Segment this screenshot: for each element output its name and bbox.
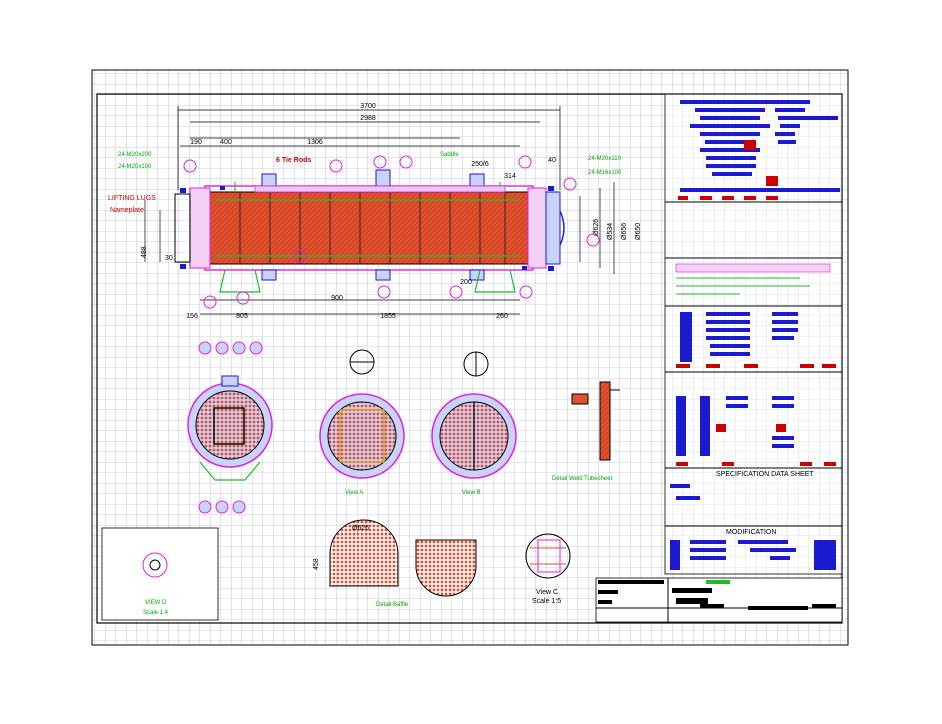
dim-534: Ø534 — [607, 223, 614, 240]
view-d-label: VIEW D — [145, 600, 167, 606]
dim-656: Ø656 — [621, 223, 628, 240]
dim-200: 200 — [460, 279, 472, 286]
dim-156: 156 — [186, 313, 198, 320]
dim-626: Ø626 — [593, 219, 600, 236]
nozzle-note-tl2: 24-M20x100 — [118, 164, 152, 170]
dim-314: 314 — [504, 173, 516, 180]
detail-baffle-label: Detail Baffle — [376, 602, 409, 608]
view-b-label: View B — [462, 490, 481, 496]
view-d-scale: Scale 1:4 — [143, 610, 169, 616]
saddle-note: Saddle — [440, 152, 459, 158]
nozzle-note-tr1: 24-M20x110 — [588, 156, 622, 162]
dim-overall: 3700 — [360, 103, 376, 110]
view-a-label: View A — [345, 490, 363, 496]
dim-190: 190 — [190, 139, 202, 146]
baffle-458: 458 — [313, 558, 320, 570]
dim-250: 250/6 — [471, 161, 489, 168]
baffle-dia: Ø626 — [352, 525, 369, 532]
specification-panel: SPECIFICATION DATA SHEET MODIFICATION — [664, 93, 843, 575]
dim-260: 260 — [496, 313, 508, 320]
engineering-drawing: 3700 2988 400 1306 190 40 250/6 314 900 … — [91, 69, 849, 646]
view-d: VIEW D Scale 1:4 — [101, 527, 219, 621]
dim-805: 805 — [236, 313, 248, 320]
tie-rods-note: 6 Tie Rods — [276, 157, 311, 164]
dim-650: Ø650 — [635, 223, 642, 240]
dim-900: 900 — [331, 295, 343, 302]
title-block — [595, 577, 843, 623]
lifting-lugs-note: LIFTING LUGS — [108, 195, 156, 202]
detail-weld-label: Detail Weld Tubesheet — [552, 476, 613, 482]
view-c-scale: Scale 1:5 — [532, 598, 561, 605]
dim-400: 400 — [220, 139, 232, 146]
dim-30: 30 — [165, 255, 173, 262]
nozzle-note-tr2: 24-M16x100 — [588, 170, 622, 176]
dim-1306: 1306 — [307, 139, 323, 146]
nozzle-note-tl1: 24-M20x200 — [118, 152, 152, 158]
dim-488: 488 — [141, 246, 148, 258]
nameplate-note: Nameplate — [110, 207, 144, 214]
modification-title: MODIFICATION — [726, 529, 776, 536]
dim-shell: 2988 — [360, 115, 376, 122]
spec-sheet-title: SPECIFICATION DATA SHEET — [716, 471, 814, 478]
view-c-label: View C — [536, 589, 558, 596]
dim-40: 40 — [548, 157, 556, 164]
dim-1855: 1855 — [380, 313, 396, 320]
